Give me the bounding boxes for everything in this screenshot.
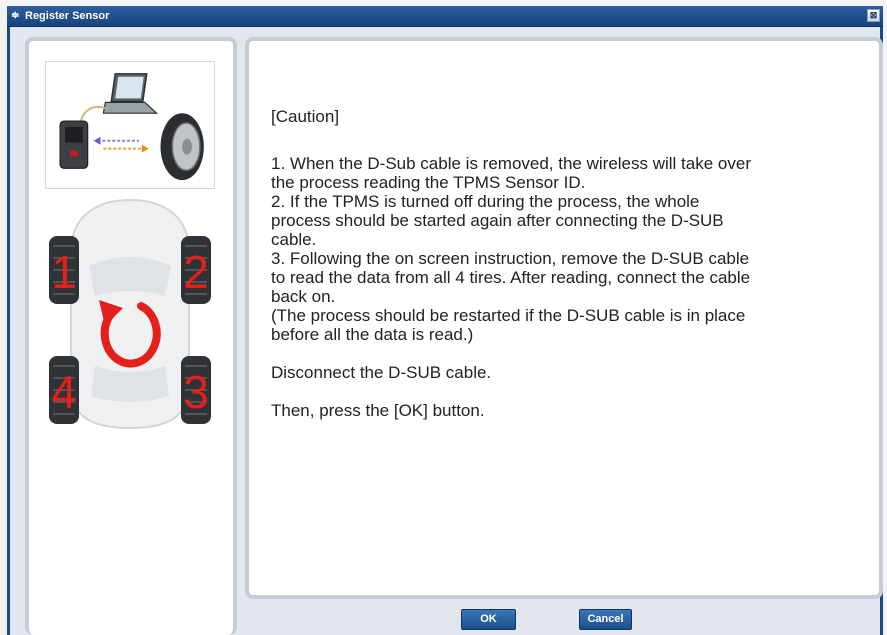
message-line-6: 3. Following the on screen instruction, …	[271, 249, 750, 268]
windshield	[89, 257, 171, 296]
cancel-button[interactable]: Cancel	[579, 609, 632, 630]
caution-message: [Caution] 1. When the D-Sub cable is rem…	[271, 107, 871, 420]
tire-number-3: 3	[183, 366, 209, 418]
illustration-panel: 1 2 3 4	[25, 37, 237, 635]
close-button[interactable]: ⊠	[867, 9, 880, 22]
message-line-1: 1. When the D-Sub cable is removed, the …	[271, 154, 751, 173]
register-sensor-window: ≑ Register Sensor ⊠ 1 2 3 4 [Caution] 1.…	[0, 0, 887, 635]
message-line-9: (The process should be restarted if the …	[271, 306, 746, 325]
message-line-7: to read the data from all 4 tires. After…	[271, 268, 751, 287]
frame-border-left	[7, 27, 10, 635]
instruction-disconnect: Disconnect the D-SUB cable.	[271, 363, 492, 382]
car-tire-diagram: 1 2 3 4	[49, 198, 211, 430]
message-panel: [Caution] 1. When the D-Sub cable is rem…	[245, 37, 883, 599]
wireless-arrow-icon	[93, 136, 149, 153]
caution-heading: [Caution]	[271, 107, 340, 126]
message-line-8: back on.	[271, 287, 336, 306]
tpms-tool-icon	[59, 120, 89, 169]
connection-illustration	[45, 61, 215, 189]
message-line-4: process should be started again after co…	[271, 211, 724, 230]
message-line-5: cable.	[271, 230, 317, 249]
message-line-2: the process reading the TPMS Sensor ID.	[271, 173, 586, 192]
title-bar: ≑ Register Sensor ⊠	[7, 6, 883, 27]
tire-number-4: 4	[51, 366, 77, 418]
window-title: Register Sensor	[25, 10, 110, 22]
tire-icon	[160, 113, 204, 181]
message-line-10: before all the data is read.)	[271, 325, 474, 344]
tire-number-2: 2	[183, 246, 209, 298]
dialog-body: 1 2 3 4 [Caution] 1. When the D-Sub cabl…	[7, 27, 883, 635]
message-line-3: 2. If the TPMS is turned off during the …	[271, 192, 700, 211]
laptop-icon	[102, 73, 159, 114]
tire-number-1: 1	[51, 246, 77, 298]
instruction-press-ok: Then, press the [OK] button.	[271, 401, 485, 420]
app-icon: ≑	[11, 10, 20, 21]
ok-button[interactable]: OK	[461, 609, 516, 630]
